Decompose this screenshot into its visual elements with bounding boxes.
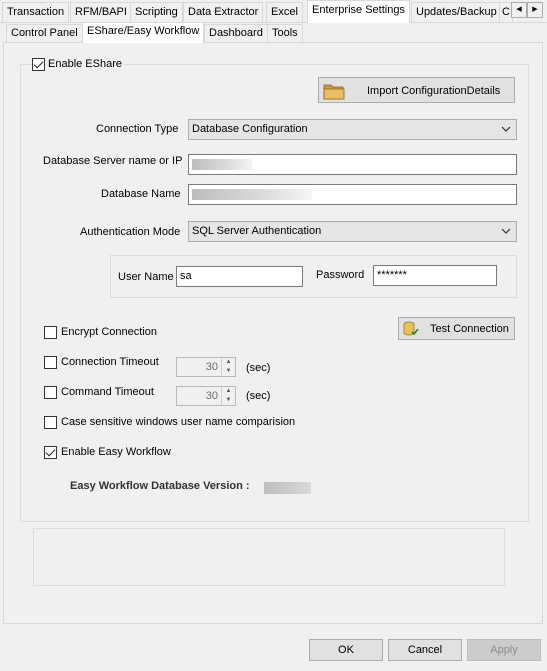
auth-mode-dropdown[interactable]: SQL Server Authentication — [188, 221, 517, 242]
enable-easy-workflow-checkbox[interactable] — [44, 446, 57, 459]
db-name-label: Database Name — [101, 188, 181, 200]
connection-type-dropdown[interactable]: Database Configuration — [188, 119, 517, 140]
enable-eshare-label: Enable EShare — [48, 58, 125, 70]
folder-icon — [323, 84, 345, 100]
import-configuration-button[interactable]: Import ConfigurationDetails — [318, 77, 515, 103]
tab-transaction[interactable]: Transaction — [2, 2, 70, 22]
connection-timeout-label: Connection Timeout — [61, 356, 159, 368]
message-area — [33, 528, 505, 586]
tab-scroll-right-icon[interactable]: ▶ — [527, 2, 543, 18]
tab-updates-backup[interactable]: Updates/Backup — [411, 2, 502, 22]
encrypt-connection-label: Encrypt Connection — [61, 326, 157, 338]
password-input[interactable]: ******* — [373, 265, 497, 286]
top-tab-bar: Transaction RFM/BAPI Scripting Data Extr… — [0, 0, 547, 23]
connection-timeout-unit: (sec) — [246, 362, 271, 374]
subtab-tools[interactable]: Tools — [267, 24, 303, 42]
user-name-input[interactable]: sa — [176, 266, 303, 287]
encrypt-connection-checkbox[interactable] — [44, 326, 57, 339]
database-check-icon — [403, 321, 419, 336]
tab-scroll-left-icon[interactable]: ◀ — [511, 2, 527, 18]
case-sensitive-label: Case sensitive windows user name compari… — [61, 416, 296, 428]
subtab-dashboard[interactable]: Dashboard — [204, 24, 268, 42]
import-configuration-label: Import ConfigurationDetails — [367, 85, 501, 97]
command-timeout-spinner[interactable]: 30 ▲ ▼ — [176, 386, 236, 406]
chevron-down-icon — [501, 126, 511, 132]
command-timeout-label: Command Timeout — [61, 386, 154, 398]
tab-excel[interactable]: Excel — [266, 2, 303, 22]
connection-type-value: Database Configuration — [192, 123, 308, 135]
redacted-value — [192, 159, 252, 170]
connection-timeout-checkbox[interactable] — [44, 356, 57, 369]
password-label: Password — [316, 269, 365, 281]
db-server-input[interactable] — [188, 154, 517, 175]
enable-easy-workflow-label: Enable Easy Workflow — [61, 446, 171, 458]
subtab-eshare-easy-workflow[interactable]: EShare/Easy Workflow — [82, 22, 205, 43]
chevron-down-icon — [501, 228, 511, 234]
test-connection-label: Test Connection — [430, 323, 509, 335]
enable-eshare-checkbox[interactable] — [32, 58, 45, 71]
tab-rfm-bapi[interactable]: RFM/BAPI — [70, 2, 132, 22]
apply-button[interactable]: Apply — [467, 639, 541, 661]
command-timeout-checkbox[interactable] — [44, 386, 57, 399]
db-server-label: Database Server name or IP — [43, 155, 183, 167]
subtab-control-panel[interactable]: Control Panel — [6, 24, 83, 42]
spinner-arrows-icon[interactable]: ▲ ▼ — [221, 387, 235, 405]
user-name-label: User Name — [118, 271, 174, 283]
tab-data-extractor[interactable]: Data Extractor — [183, 2, 264, 22]
connection-timeout-value: 30 — [205, 361, 218, 373]
tab-enterprise-settings[interactable]: Enterprise Settings — [307, 0, 410, 23]
command-timeout-unit: (sec) — [246, 390, 271, 402]
auth-mode-value: SQL Server Authentication — [192, 225, 322, 237]
connection-type-label: Connection Type — [96, 123, 179, 135]
redacted-value — [192, 189, 312, 200]
tab-scripting[interactable]: Scripting — [130, 2, 183, 22]
password-value: ******* — [377, 269, 407, 281]
ok-button[interactable]: OK — [309, 639, 383, 661]
cancel-button[interactable]: Cancel — [388, 639, 462, 661]
user-name-value: sa — [180, 270, 192, 282]
db-name-input[interactable] — [188, 184, 517, 205]
test-connection-button[interactable]: Test Connection — [398, 317, 515, 340]
db-version-label: Easy Workflow Database Version : — [70, 480, 250, 492]
command-timeout-value: 30 — [205, 390, 218, 402]
case-sensitive-checkbox[interactable] — [44, 416, 57, 429]
redacted-version — [264, 482, 311, 494]
connection-timeout-spinner[interactable]: 30 ▲ ▼ — [176, 357, 236, 377]
auth-mode-label: Authentication Mode — [80, 226, 181, 238]
spinner-arrows-icon[interactable]: ▲ ▼ — [221, 358, 235, 376]
